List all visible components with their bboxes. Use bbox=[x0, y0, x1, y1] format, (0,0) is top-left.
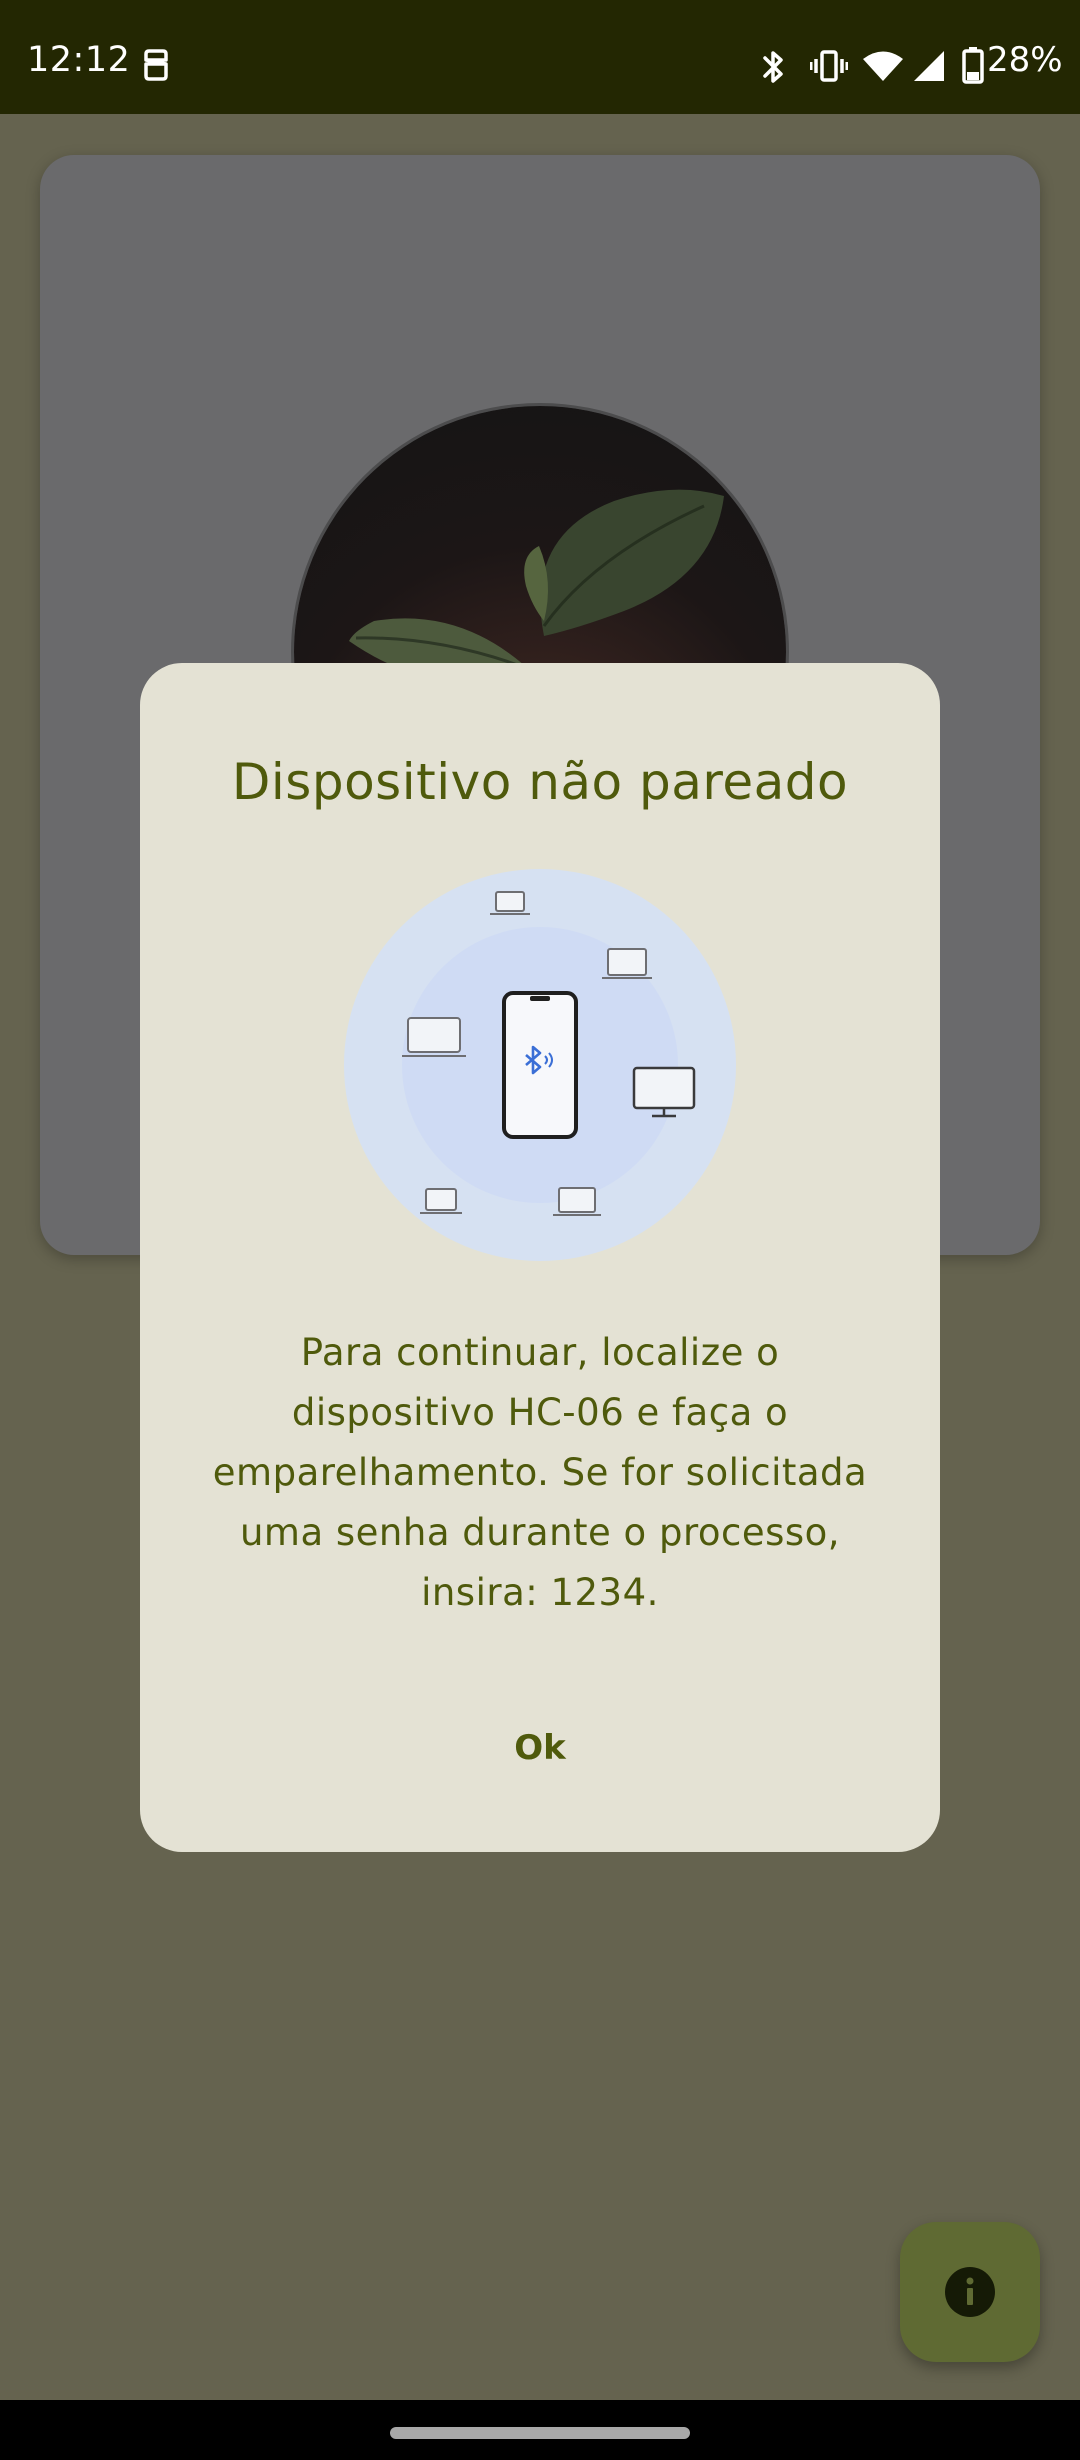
sim-card-icon bbox=[144, 49, 168, 81]
laptop-icon bbox=[420, 1188, 462, 1214]
bluetooth-pairing-illustration bbox=[344, 869, 736, 1261]
signal-icon bbox=[914, 51, 944, 81]
laptop-icon bbox=[553, 1187, 601, 1216]
bluetooth-icon bbox=[763, 51, 783, 83]
ok-button[interactable]: Ok bbox=[460, 1703, 620, 1793]
laptop-icon bbox=[602, 948, 652, 979]
battery-icon bbox=[962, 47, 984, 84]
status-time: 12:12 bbox=[27, 40, 131, 80]
dialog-message: Para continuar, localize o dispositivo H… bbox=[212, 1331, 868, 1614]
laptop-icon bbox=[490, 891, 530, 915]
monitor-icon bbox=[632, 1066, 696, 1118]
navigation-bar bbox=[0, 2400, 1080, 2460]
home-gesture-handle[interactable] bbox=[390, 2427, 690, 2439]
unpaired-device-dialog: Dispositivo não pareado Para continuar, … bbox=[140, 663, 940, 1852]
phone-icon bbox=[502, 991, 578, 1139]
status-bar: 12:12 28% bbox=[0, 0, 1080, 114]
wifi-icon bbox=[863, 51, 903, 81]
vibrate-icon bbox=[810, 50, 848, 82]
info-icon bbox=[945, 2267, 995, 2317]
laptop-icon bbox=[402, 1017, 466, 1057]
info-fab-button[interactable] bbox=[900, 2222, 1040, 2362]
battery-percent: 28% bbox=[987, 40, 1063, 80]
